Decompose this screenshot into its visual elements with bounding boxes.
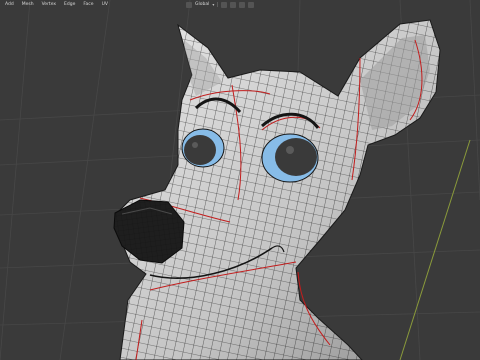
- menu-uv[interactable]: UV: [99, 0, 111, 9]
- pivot-point-icon[interactable]: [221, 1, 228, 8]
- viewport-scene[interactable]: [0, 0, 480, 360]
- 3d-viewport[interactable]: Add Mesh Vertex Edge Face UV Global ▾: [0, 0, 480, 360]
- menu-vertex[interactable]: Vertex: [39, 0, 59, 9]
- left-eye[interactable]: [181, 128, 225, 168]
- transform-orientation-label[interactable]: Global: [195, 0, 209, 9]
- chevron-down-icon[interactable]: ▾: [212, 0, 214, 9]
- menu-mesh[interactable]: Mesh: [19, 0, 37, 9]
- transform-orientation-icon[interactable]: [186, 1, 192, 8]
- separator: [217, 2, 219, 7]
- falloff-icon[interactable]: [248, 1, 255, 8]
- axis-line: [399, 139, 471, 360]
- menu-face[interactable]: Face: [80, 0, 96, 9]
- viewport-header-tools: Global ▾: [186, 0, 255, 9]
- proportional-editing-icon[interactable]: [239, 1, 246, 8]
- snap-icon[interactable]: [230, 1, 237, 8]
- mesh-head[interactable]: [100, 0, 480, 360]
- right-eye[interactable]: [261, 133, 319, 183]
- menu-edge[interactable]: Edge: [61, 0, 78, 9]
- menu-add[interactable]: Add: [2, 0, 17, 9]
